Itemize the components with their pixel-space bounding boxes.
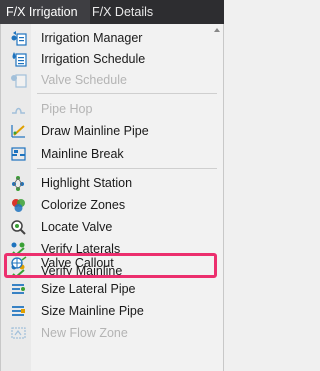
valve-callout-highlight-box bbox=[4, 253, 217, 278]
tab-fx-irrigation[interactable]: F/X Irrigation bbox=[0, 0, 90, 24]
menu-item-label: Valve Schedule bbox=[41, 73, 127, 87]
menu-item-label: Draw Mainline Pipe bbox=[41, 124, 149, 138]
irrigation-manager-icon bbox=[11, 31, 27, 46]
irrigation-dropdown-menu: Irrigation Manager Irrigation Schedule V… bbox=[0, 24, 224, 371]
menu-item-highlight-station[interactable]: Highlight Station bbox=[1, 172, 223, 194]
menu-item-label: Size Mainline Pipe bbox=[41, 304, 144, 318]
menu-item-label: New Flow Zone bbox=[41, 326, 128, 340]
menu-item-label: Highlight Station bbox=[41, 176, 133, 190]
mainline-break-icon bbox=[11, 147, 26, 161]
menu-item-label: Locate Valve bbox=[41, 220, 113, 234]
menu-separator bbox=[37, 168, 217, 169]
menu-item-label: Irrigation Manager bbox=[41, 31, 143, 45]
highlight-station-icon bbox=[12, 176, 24, 191]
size-lateral-pipe-icon bbox=[12, 284, 25, 294]
menu-item-size-mainline-pipe[interactable]: Size Mainline Pipe bbox=[1, 300, 223, 322]
draw-mainline-pipe-icon bbox=[11, 125, 25, 138]
menu-item-label: Colorize Zones bbox=[41, 198, 126, 212]
menu-item-mainline-break[interactable]: Mainline Break bbox=[1, 143, 223, 165]
menu-separator bbox=[37, 93, 217, 94]
menu-item-locate-valve[interactable]: Locate Valve bbox=[1, 216, 223, 238]
pipe-hop-icon bbox=[12, 107, 25, 114]
colorize-zones-icon bbox=[12, 199, 25, 212]
menu-item-label: Mainline Break bbox=[41, 147, 124, 161]
irrigation-schedule-icon bbox=[12, 52, 27, 67]
menu-item-colorize-zones[interactable]: Colorize Zones bbox=[1, 194, 223, 216]
menu-item-irrigation-schedule[interactable]: Irrigation Schedule bbox=[1, 48, 223, 70]
valve-schedule-icon bbox=[11, 74, 27, 88]
menu-item-new-flow-zone: New Flow Zone bbox=[1, 322, 223, 344]
new-flow-zone-icon bbox=[11, 327, 26, 339]
menu-item-irrigation-manager[interactable]: Irrigation Manager bbox=[1, 27, 223, 49]
menu-item-label: Pipe Hop bbox=[41, 102, 93, 116]
menu-item-draw-mainline-pipe[interactable]: Draw Mainline Pipe bbox=[1, 120, 223, 142]
ribbon-tab-bar: F/X Irrigation F/X Details bbox=[0, 0, 224, 24]
menu-item-valve-schedule: Valve Schedule bbox=[1, 69, 223, 91]
menu-item-size-lateral-pipe[interactable]: Size Lateral Pipe bbox=[1, 278, 223, 300]
menu-item-pipe-hop: Pipe Hop bbox=[1, 98, 223, 120]
menu-item-label: Irrigation Schedule bbox=[41, 52, 146, 66]
menu-item-label: Size Lateral Pipe bbox=[41, 282, 136, 296]
locate-valve-icon bbox=[11, 220, 26, 235]
tab-fx-details[interactable]: F/X Details bbox=[84, 0, 224, 24]
size-mainline-pipe-icon bbox=[12, 306, 25, 316]
